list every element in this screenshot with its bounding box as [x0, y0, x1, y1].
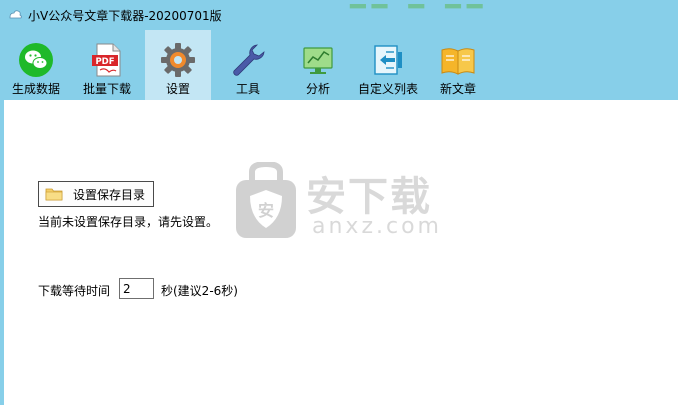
svg-text:安: 安 — [258, 201, 274, 220]
tab-tools[interactable]: 工具 — [215, 30, 281, 100]
wechat-icon — [19, 43, 53, 77]
download-wait-label: 下载等待时间 — [38, 284, 111, 298]
tab-batch-download[interactable]: PDF 批量下载 — [74, 30, 140, 100]
tab-settings-label: 设置 — [165, 82, 190, 96]
app-icon — [9, 10, 22, 19]
download-wait-hint: 秒(建议2-6秒) — [161, 284, 238, 298]
title-bar: 小V公众号文章下载器-20200701版 ━━ ━ ━━ — [0, 0, 678, 30]
tab-custom-list[interactable]: 自定义列表 — [355, 30, 421, 100]
watermark: 安 安下载 anxz.com — [232, 160, 452, 242]
tab-batch-download-label: 批量下载 — [82, 82, 131, 96]
svg-text:PDF: PDF — [95, 57, 114, 67]
folder-icon — [45, 188, 63, 201]
tab-generate-data-label: 生成数据 — [11, 82, 60, 96]
tab-settings[interactable]: 设置 — [145, 30, 211, 100]
gear-icon — [161, 43, 195, 77]
pdf-icon: PDF — [92, 43, 121, 77]
watermark-text-en: anxz.com — [312, 214, 442, 239]
toolbar: 生成数据 PDF 批量下载 设置 工具 分析 自定义列表 新文章 — [0, 30, 678, 100]
set-save-directory-label: 设置保存目录 — [73, 187, 146, 202]
tab-new-articles-label: 新文章 — [439, 82, 476, 96]
download-wait-input[interactable] — [119, 278, 154, 299]
tab-custom-list-label: 自定义列表 — [357, 82, 418, 96]
monitor-chart-icon — [303, 47, 333, 74]
shield-icon: 安 — [236, 162, 296, 238]
tab-analysis-label: 分析 — [305, 82, 330, 96]
tab-analysis[interactable]: 分析 — [285, 30, 351, 100]
book-icon — [441, 48, 475, 75]
tab-new-articles[interactable]: 新文章 — [425, 30, 491, 100]
title-decoration: ━━ ━ ━━ — [350, 0, 489, 22]
set-save-directory-button[interactable]: 设置保存目录 — [38, 181, 154, 207]
settings-panel — [4, 100, 678, 405]
window-title: 小V公众号文章下载器-20200701版 — [28, 9, 222, 23]
tab-generate-data[interactable]: 生成数据 — [3, 30, 69, 100]
save-directory-notice: 当前未设置保存目录，请先设置。 — [38, 215, 219, 229]
wrench-icon — [233, 44, 265, 76]
list-arrow-icon — [374, 45, 402, 75]
tab-tools-label: 工具 — [235, 82, 260, 96]
